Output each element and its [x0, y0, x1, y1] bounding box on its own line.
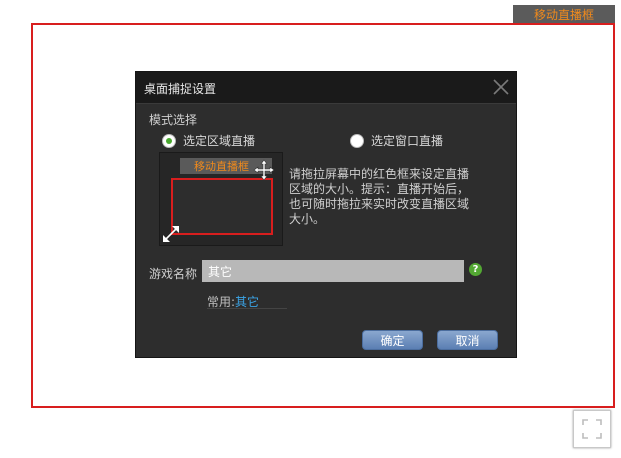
- move-broadcast-frame-label: 移动直播框: [533, 8, 594, 22]
- common-game-link[interactable]: 其它: [235, 295, 259, 309]
- resize-icon: [163, 226, 179, 242]
- close-icon[interactable]: [492, 78, 510, 96]
- game-name-input[interactable]: [202, 260, 464, 282]
- radio-region-label: 选定区域直播: [183, 134, 256, 148]
- move-icon: [253, 159, 275, 181]
- radio-selected-icon: [162, 133, 176, 148]
- help-icon[interactable]: ?: [469, 263, 482, 276]
- game-name-label: 游戏名称: [149, 267, 198, 281]
- common-label: 常用:: [207, 295, 236, 309]
- preview-red-frame: [171, 178, 273, 235]
- dialog-titlebar[interactable]: 桌面捕捉设置: [136, 72, 516, 104]
- cancel-button[interactable]: 取消: [437, 330, 498, 350]
- radio-window-broadcast[interactable]: 选定窗口直播: [350, 132, 443, 149]
- fullscreen-icon: [582, 419, 602, 439]
- dialog-title: 桌面捕捉设置: [144, 82, 217, 96]
- preview-move-tab-label: 移动直播框: [194, 160, 249, 173]
- move-broadcast-frame-tab[interactable]: 移动直播框: [513, 5, 615, 24]
- radio-region-broadcast[interactable]: 选定区域直播: [162, 132, 255, 149]
- desktop-capture-settings-dialog: 桌面捕捉设置 模式选择 选定区域直播 选定窗口直播 移动直播框 请拖拉屏幕中的红…: [135, 71, 517, 358]
- fullscreen-button[interactable]: [573, 410, 611, 448]
- region-help-text: 请拖拉屏幕中的红色框来设定直播区域的大小。提示：直播开始后，也可随时拖拉来实时改…: [289, 167, 470, 226]
- region-preview: 移动直播框: [159, 152, 283, 246]
- mode-section-label: 模式选择: [149, 113, 198, 127]
- radio-window-label: 选定窗口直播: [371, 134, 444, 148]
- confirm-button[interactable]: 确定: [362, 330, 423, 350]
- radio-unselected-icon: [350, 133, 364, 148]
- common-underline: [207, 308, 287, 309]
